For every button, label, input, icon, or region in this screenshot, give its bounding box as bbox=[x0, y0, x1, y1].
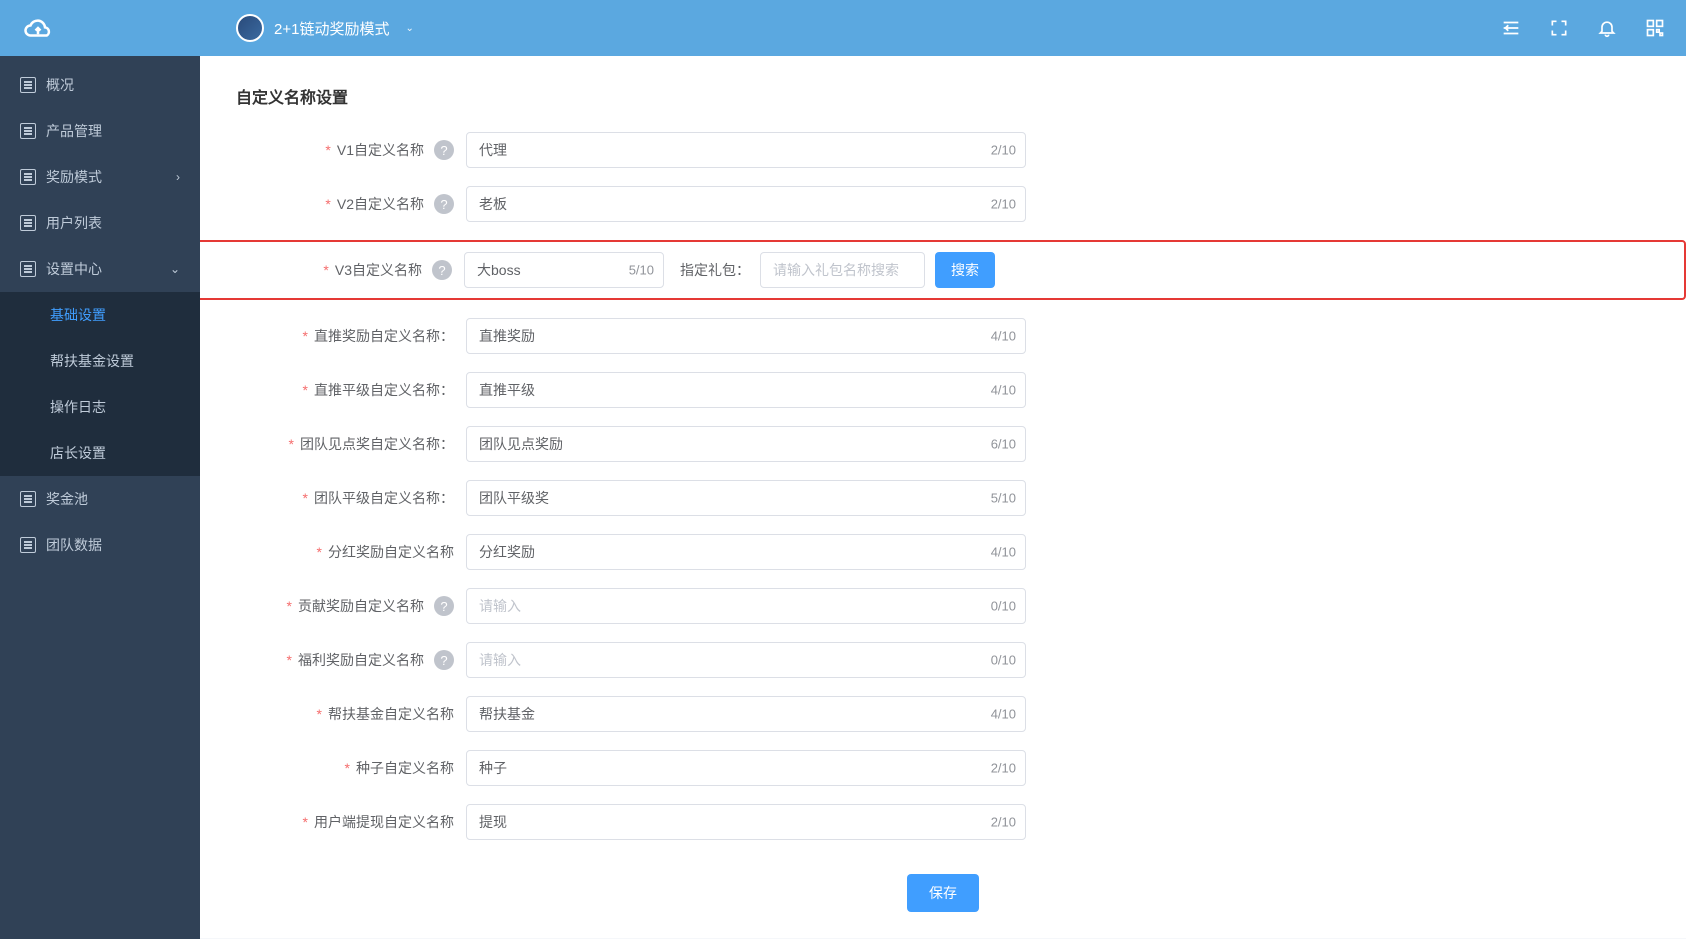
sidebar-submenu-settings: 基础设置 帮扶基金设置 操作日志 店长设置 bbox=[0, 292, 200, 476]
list-icon bbox=[20, 491, 36, 507]
help-icon[interactable]: ? bbox=[434, 596, 454, 616]
fund-input[interactable] bbox=[466, 696, 1026, 732]
bell-icon[interactable] bbox=[1596, 17, 1618, 39]
topbar: 2+1链动奖励模式 ⌄ bbox=[0, 0, 1686, 56]
field-label: *团队平级自定义名称： bbox=[236, 488, 466, 508]
sidebar-item-label: 设置中心 bbox=[46, 259, 170, 279]
field-label: *贡献奖励自定义名称 ? bbox=[236, 596, 466, 616]
form-row-teamlvl: *团队平级自定义名称： 5/10 bbox=[236, 480, 1650, 516]
help-icon[interactable]: ? bbox=[434, 194, 454, 214]
list-icon bbox=[20, 261, 36, 277]
list-icon bbox=[20, 537, 36, 553]
form-row-v2: *V2自定义名称 ? 2/10 bbox=[236, 186, 1650, 222]
form-row-dividend: *分红奖励自定义名称 4/10 bbox=[236, 534, 1650, 570]
sidebar-item-overview[interactable]: 概况 bbox=[0, 62, 200, 108]
v3-name-input[interactable] bbox=[464, 252, 664, 288]
sidebar-item-label: 团队数据 bbox=[46, 535, 180, 555]
sidebar-subitem-operation-log[interactable]: 操作日志 bbox=[0, 384, 200, 430]
form-row-direct: *直推奖励自定义名称： 4/10 bbox=[236, 318, 1650, 354]
contribution-input[interactable] bbox=[466, 588, 1026, 624]
list-icon bbox=[20, 123, 36, 139]
sidebar-item-label: 奖金池 bbox=[46, 489, 180, 509]
team-point-input[interactable] bbox=[466, 426, 1026, 462]
form-row-withdraw: *用户端提现自定义名称 2/10 bbox=[236, 804, 1650, 840]
gift-search-input[interactable] bbox=[760, 252, 925, 288]
main-content: 自定义名称设置 *V1自定义名称 ? 2/10 *V2自定义名称 ? bbox=[200, 56, 1686, 939]
form-row-teampoint: *团队见点奖自定义名称： 6/10 bbox=[236, 426, 1650, 462]
section-title: 自定义名称设置 bbox=[236, 84, 1650, 108]
field-label: *团队见点奖自定义名称： bbox=[236, 434, 466, 454]
direct-level-input[interactable] bbox=[466, 372, 1026, 408]
sidebar-item-label: 用户列表 bbox=[46, 213, 180, 233]
field-label: *V2自定义名称 ? bbox=[236, 194, 466, 214]
field-label: *分红奖励自定义名称 bbox=[236, 542, 466, 562]
form-row-directlvl: *直推平级自定义名称： 4/10 bbox=[236, 372, 1650, 408]
sidebar-item-settings[interactable]: 设置中心 ⌄ bbox=[0, 246, 200, 292]
cloud-logo-icon bbox=[20, 10, 56, 46]
app-avatar-icon bbox=[236, 14, 264, 42]
sidebar-item-bonus-pool[interactable]: 奖金池 bbox=[0, 476, 200, 522]
qrcode-icon[interactable] bbox=[1644, 17, 1666, 39]
help-icon[interactable]: ? bbox=[432, 260, 452, 280]
direct-reward-input[interactable] bbox=[466, 318, 1026, 354]
form-row-seed: *种子自定义名称 2/10 bbox=[236, 750, 1650, 786]
fullscreen-icon[interactable] bbox=[1548, 17, 1570, 39]
withdraw-input[interactable] bbox=[466, 804, 1026, 840]
sidebar-subitem-fund-settings[interactable]: 帮扶基金设置 bbox=[0, 338, 200, 384]
gift-label: 指定礼包： bbox=[680, 260, 750, 280]
list-icon bbox=[20, 77, 36, 93]
sidebar-item-label: 概况 bbox=[46, 75, 180, 95]
field-label: *V1自定义名称 ? bbox=[236, 140, 466, 160]
chevron-down-icon: ⌄ bbox=[405, 23, 413, 34]
topbar-actions bbox=[1500, 17, 1666, 39]
field-label: *直推平级自定义名称： bbox=[236, 380, 466, 400]
field-label: *用户端提现自定义名称 bbox=[236, 812, 466, 832]
app-selector[interactable]: 2+1链动奖励模式 ⌄ bbox=[236, 14, 414, 42]
field-label: *帮扶基金自定义名称 bbox=[236, 704, 466, 724]
field-label: *福利奖励自定义名称 ? bbox=[236, 650, 466, 670]
save-button[interactable]: 保存 bbox=[907, 874, 979, 912]
app-title: 2+1链动奖励模式 bbox=[274, 18, 389, 39]
sidebar-item-team-data[interactable]: 团队数据 bbox=[0, 522, 200, 568]
help-icon[interactable]: ? bbox=[434, 650, 454, 670]
sidebar: 概况 产品管理 奖励模式 › 用户列表 设置中心 ⌄ 基础设置 帮扶基金设置 操… bbox=[0, 56, 200, 939]
sidebar-item-product[interactable]: 产品管理 bbox=[0, 108, 200, 154]
v1-name-input[interactable] bbox=[466, 132, 1026, 168]
list-icon bbox=[20, 169, 36, 185]
v2-name-input[interactable] bbox=[466, 186, 1026, 222]
list-icon bbox=[20, 215, 36, 231]
dividend-input[interactable] bbox=[466, 534, 1026, 570]
welfare-input[interactable] bbox=[466, 642, 1026, 678]
highlighted-row-v3: *V3自定义名称 ? 5/10 指定礼包： 搜索 bbox=[200, 240, 1686, 300]
sidebar-item-label: 奖励模式 bbox=[46, 167, 176, 187]
chevron-right-icon: › bbox=[176, 170, 180, 184]
team-level-input[interactable] bbox=[466, 480, 1026, 516]
form-row-v1: *V1自定义名称 ? 2/10 bbox=[236, 132, 1650, 168]
chevron-down-icon: ⌄ bbox=[170, 262, 180, 276]
help-icon[interactable]: ? bbox=[434, 140, 454, 160]
seed-input[interactable] bbox=[466, 750, 1026, 786]
sidebar-item-reward-mode[interactable]: 奖励模式 › bbox=[0, 154, 200, 200]
field-label: *种子自定义名称 bbox=[236, 758, 466, 778]
sidebar-subitem-basic-settings[interactable]: 基础设置 bbox=[0, 292, 200, 338]
form-row-contrib: *贡献奖励自定义名称 ? 0/10 bbox=[236, 588, 1650, 624]
search-button[interactable]: 搜索 bbox=[935, 252, 995, 288]
sidebar-item-label: 产品管理 bbox=[46, 121, 180, 141]
sidebar-item-user-list[interactable]: 用户列表 bbox=[0, 200, 200, 246]
field-label: *直推奖励自定义名称： bbox=[236, 326, 466, 346]
sidebar-subitem-shop-settings[interactable]: 店长设置 bbox=[0, 430, 200, 476]
field-label: *V3自定义名称 ? bbox=[238, 260, 464, 280]
indent-icon[interactable] bbox=[1500, 17, 1522, 39]
form-row-welfare: *福利奖励自定义名称 ? 0/10 bbox=[236, 642, 1650, 678]
form-row-fund: *帮扶基金自定义名称 4/10 bbox=[236, 696, 1650, 732]
